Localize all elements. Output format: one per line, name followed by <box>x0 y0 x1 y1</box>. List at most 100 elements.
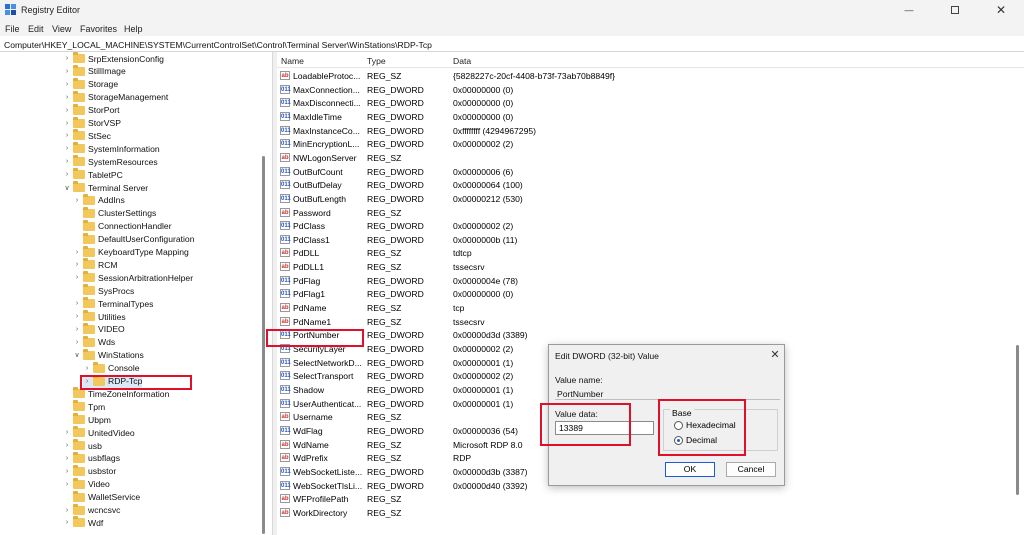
value-row[interactable]: ab LoadableProtoc... REG_SZ {5828227c-20cf-… <box>277 69 1017 83</box>
tree-item[interactable]: › SystemInformation <box>63 142 160 155</box>
value-row[interactable]: 011 PdClass1 REG_DWORD 0x0000000b (11) <box>277 233 1017 247</box>
tree-item[interactable]: › KeyboardType Mapping <box>73 245 189 259</box>
chevron-right-icon[interactable]: › <box>63 120 71 127</box>
tree-item[interactable]: › usbflags <box>63 451 120 465</box>
chevron-right-icon[interactable]: › <box>63 145 71 152</box>
ok-button[interactable]: OK <box>665 462 715 477</box>
value-row[interactable]: 011 MaxConnection... REG_DWORD 0x00000000 (… <box>277 83 1017 97</box>
chevron-right-icon[interactable]: › <box>63 468 71 475</box>
chevron-right-icon[interactable]: › <box>63 132 71 139</box>
hexadecimal-option[interactable]: Hexadecimal <box>674 420 736 430</box>
tree-item[interactable]: › Wdf <box>63 516 103 529</box>
tree-item[interactable]: › Storage <box>63 77 118 91</box>
value-row[interactable]: ab PdDLL1 REG_SZ tssecsrv <box>277 260 1017 274</box>
tree-item[interactable]: ConnectionHandler <box>73 219 172 233</box>
chevron-right-icon[interactable]: › <box>63 68 71 75</box>
tree-item[interactable]: › usbstor <box>63 464 116 478</box>
tree-item[interactable]: TimeZoneInformation <box>63 387 169 400</box>
value-row[interactable]: ab PdName1 REG_SZ tssecsrv <box>277 315 1017 329</box>
decimal-option[interactable]: Decimal <box>674 435 717 445</box>
menu-file[interactable]: File <box>5 24 20 34</box>
chevron-right-icon[interactable]: › <box>63 519 71 526</box>
tree-item[interactable]: › StorPort <box>63 103 120 117</box>
address-path[interactable]: Computer\HKEY_LOCAL_MACHINE\SYSTEM\Curre… <box>4 40 432 50</box>
tree-scrollbar[interactable] <box>262 156 265 534</box>
tree-item[interactable]: › SystemResources <box>63 155 158 168</box>
value-row[interactable]: 011 PdClass REG_DWORD 0x00000002 (2) <box>277 219 1017 233</box>
key-tree[interactable]: › SrpExtensionConfig › StillImage › Storage › S… <box>0 52 271 535</box>
tree-item[interactable]: › AddIns <box>73 193 125 207</box>
chevron-right-icon[interactable]: › <box>73 300 81 307</box>
dialog-close-button[interactable]: ✕ <box>768 348 782 361</box>
value-row[interactable]: 011 MaxInstanceCo... REG_DWORD 0xffffffff (… <box>277 124 1017 138</box>
chevron-right-icon[interactable]: › <box>63 171 71 178</box>
cancel-button[interactable]: Cancel <box>726 462 776 477</box>
chevron-right-icon[interactable]: › <box>63 55 71 62</box>
column-header-type[interactable]: Type <box>367 56 386 66</box>
tree-item[interactable]: › StSec <box>63 129 111 142</box>
value-data-input[interactable] <box>555 421 654 435</box>
chevron-right-icon[interactable]: › <box>63 94 71 101</box>
tree-item[interactable]: ∨ Terminal Server <box>63 181 148 194</box>
chevron-down-icon[interactable]: ∨ <box>73 351 81 359</box>
tree-item[interactable]: › wcncsvc <box>63 503 120 517</box>
column-header-data[interactable]: Data <box>453 56 471 66</box>
tree-item[interactable]: › SrpExtensionConfig <box>63 52 164 65</box>
chevron-right-icon[interactable]: › <box>73 339 81 346</box>
tree-item[interactable]: › StorageManagement <box>63 90 168 104</box>
chevron-right-icon[interactable]: › <box>63 81 71 88</box>
minimize-button[interactable]: — <box>886 0 932 20</box>
tree-item[interactable]: › TerminalTypes <box>73 297 153 310</box>
tree-item[interactable]: › RDP-Tcp <box>83 374 143 388</box>
tree-item[interactable]: Tpm <box>63 400 105 413</box>
tree-item[interactable]: Ubpm <box>63 413 111 426</box>
tree-item[interactable]: › StillImage <box>63 64 126 78</box>
tree-item[interactable]: › VIDEO <box>73 322 125 336</box>
value-row[interactable]: 011 OutBufDelay REG_DWORD 0x00000064 (100) <box>277 178 1017 192</box>
value-row[interactable]: 011 PortNumber REG_DWORD 0x00000d3d (3389) <box>277 328 1017 342</box>
tree-item[interactable]: DefaultUserConfiguration <box>73 232 195 246</box>
menu-view[interactable]: View <box>52 24 71 34</box>
tree-item[interactable]: › Wds <box>73 335 115 349</box>
tree-item[interactable]: › SessionArbitrationHelper <box>73 271 193 284</box>
value-row[interactable]: 011 PdFlag REG_DWORD 0x0000004e (78) <box>277 274 1017 288</box>
chevron-right-icon[interactable]: › <box>63 507 71 514</box>
value-row[interactable]: 011 OutBufCount REG_DWORD 0x00000006 (6) <box>277 165 1017 179</box>
value-row[interactable]: 011 PdFlag1 REG_DWORD 0x00000000 (0) <box>277 287 1017 301</box>
value-row[interactable]: 011 MaxIdleTime REG_DWORD 0x00000000 (0) <box>277 110 1017 124</box>
chevron-right-icon[interactable]: › <box>73 261 81 268</box>
menu-edit[interactable]: Edit <box>28 24 44 34</box>
tree-item[interactable]: › TabletPC <box>63 168 123 181</box>
tree-item[interactable]: ClusterSettings <box>73 206 156 220</box>
chevron-right-icon[interactable]: › <box>73 274 81 281</box>
chevron-right-icon[interactable]: › <box>73 313 81 320</box>
chevron-right-icon[interactable]: › <box>63 442 71 449</box>
value-row[interactable]: 011 MinEncryptionL... REG_DWORD 0x00000002 … <box>277 137 1017 151</box>
tree-item[interactable]: › usb <box>63 439 102 452</box>
hexadecimal-radio[interactable] <box>674 420 683 430</box>
column-header-name[interactable]: Name <box>281 56 304 66</box>
tree-item[interactable]: › UnitedVideo <box>63 426 135 439</box>
tree-item[interactable]: ∨ WinStations <box>73 348 144 362</box>
value-row[interactable]: 011 OutBufLength REG_DWORD 0x00000212 (530) <box>277 192 1017 206</box>
value-row[interactable]: ab NWLogonServer REG_SZ <box>277 151 1017 165</box>
chevron-right-icon[interactable]: › <box>83 365 91 372</box>
close-button[interactable]: ✕ <box>978 0 1024 20</box>
tree-item[interactable]: SysProcs <box>73 284 134 297</box>
chevron-right-icon[interactable]: › <box>63 455 71 462</box>
chevron-right-icon[interactable]: › <box>63 429 71 436</box>
chevron-right-icon[interactable]: › <box>63 481 71 488</box>
chevron-right-icon[interactable]: › <box>73 197 81 204</box>
value-row[interactable]: ab Password REG_SZ <box>277 206 1017 220</box>
chevron-right-icon[interactable]: › <box>83 378 91 385</box>
maximize-button[interactable] <box>932 0 978 20</box>
value-row[interactable]: ab WFProfilePath REG_SZ <box>277 492 1017 506</box>
chevron-down-icon[interactable]: ∨ <box>63 184 71 192</box>
value-row[interactable]: ab PdDLL REG_SZ tdtcp <box>277 246 1017 260</box>
value-row[interactable]: ab PdName REG_SZ tcp <box>277 301 1017 315</box>
menu-favorites[interactable]: Favorites <box>80 24 117 34</box>
address-bar[interactable]: Computer\HKEY_LOCAL_MACHINE\SYSTEM\Curre… <box>0 36 1024 52</box>
tree-item[interactable]: › StorVSP <box>63 116 121 130</box>
decimal-radio[interactable] <box>674 435 683 445</box>
value-row[interactable]: 011 MaxDisconnecti... REG_DWORD 0x00000000 … <box>277 96 1017 110</box>
